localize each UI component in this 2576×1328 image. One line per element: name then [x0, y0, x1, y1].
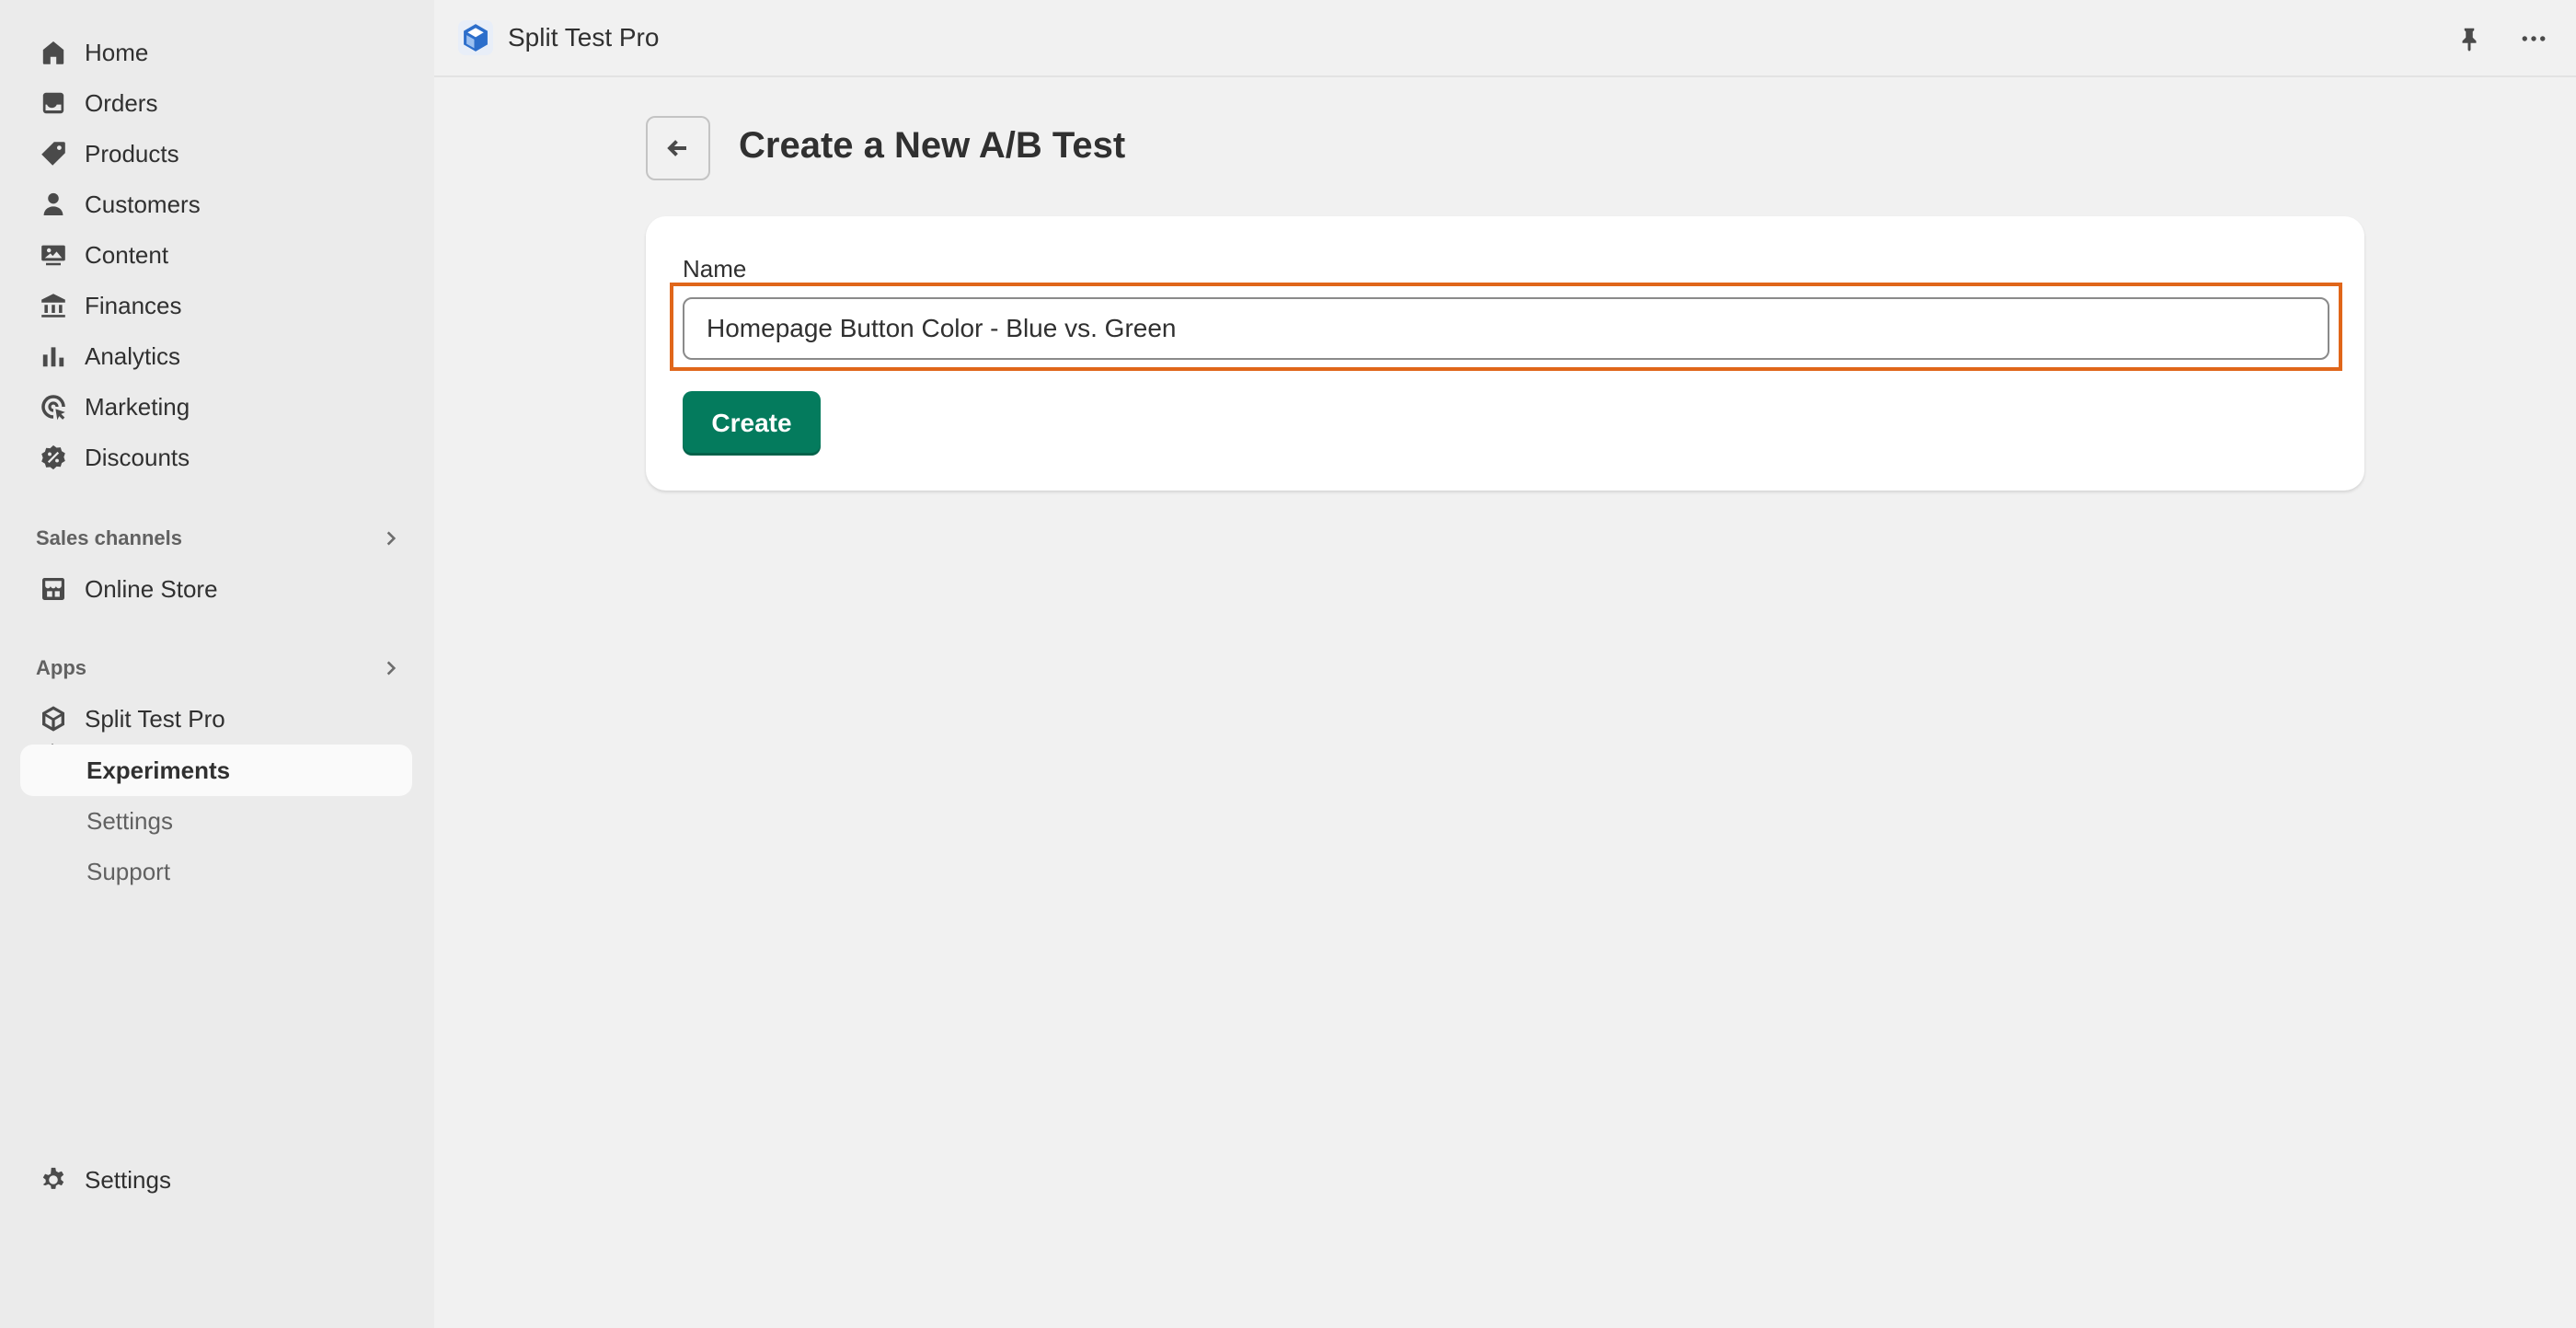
sidebar-item-home[interactable]: Home — [20, 27, 412, 78]
sidebar-item-label: Online Store — [85, 574, 218, 603]
target-icon — [37, 390, 70, 423]
pin-button[interactable] — [2451, 20, 2488, 57]
sidebar-item-analytics[interactable]: Analytics — [20, 330, 412, 382]
sidebar-item-label: Discounts — [85, 443, 190, 471]
home-icon — [37, 36, 70, 69]
sidebar-item-orders[interactable]: Orders — [20, 77, 412, 129]
sidebar-item-label: Finances — [85, 291, 182, 319]
sidebar-item-settings[interactable]: Settings — [20, 1154, 412, 1206]
arrow-left-icon — [667, 140, 686, 156]
sidebar-item-online-store[interactable]: Online Store — [20, 563, 412, 615]
app-title: Split Test Pro — [508, 23, 660, 52]
image-icon — [37, 238, 70, 271]
bank-icon — [37, 289, 70, 322]
sales-channels-header[interactable]: Sales channels — [20, 518, 412, 559]
sidebar-item-support[interactable]: Support — [20, 846, 412, 897]
bar-chart-icon — [37, 340, 70, 373]
header-actions — [2451, 20, 2552, 57]
person-icon — [37, 188, 70, 221]
chevron-right-icon — [386, 661, 397, 676]
gear-icon — [37, 1163, 70, 1196]
sidebar-item-experiments[interactable]: Experiments — [20, 745, 412, 796]
more-options-button[interactable] — [2515, 20, 2552, 57]
sidebar-item-customers[interactable]: Customers — [20, 179, 412, 230]
sidebar: Home Orders Products Customers Content F… — [0, 0, 434, 1328]
create-test-card: Name Create — [646, 216, 2364, 491]
back-button[interactable] — [646, 116, 710, 180]
sidebar-item-split-test-pro[interactable]: Split Test Pro — [20, 693, 412, 745]
sidebar-item-label: Settings — [85, 1165, 171, 1194]
sidebar-item-discounts[interactable]: Discounts — [20, 432, 412, 483]
pin-icon — [2462, 28, 2477, 52]
sidebar-item-label: Split Test Pro — [85, 704, 225, 733]
app-cube-icon — [37, 702, 70, 735]
section-heading: Sales channels — [36, 526, 182, 549]
sidebar-item-label: Home — [85, 38, 149, 66]
store-icon — [37, 572, 70, 606]
sidebar-item-marketing[interactable]: Marketing — [20, 381, 412, 433]
more-horizontal-icon — [2522, 36, 2546, 41]
sidebar-item-label: Products — [85, 139, 179, 167]
sidebar-item-label: Content — [85, 240, 169, 269]
chevron-right-icon — [386, 531, 397, 546]
sidebar-item-finances[interactable]: Finances — [20, 280, 412, 331]
sidebar-item-app-settings[interactable]: Settings — [20, 795, 412, 847]
tag-icon — [37, 137, 70, 170]
sidebar-item-label: Customers — [85, 190, 201, 218]
sidebar-item-label: Settings — [86, 806, 173, 835]
name-field-label: Name — [683, 255, 747, 283]
sidebar-item-label: Analytics — [85, 341, 181, 370]
create-button[interactable]: Create — [683, 391, 821, 456]
inbox-icon — [37, 87, 70, 120]
name-input[interactable] — [683, 297, 2329, 360]
sidebar-item-label: Orders — [85, 88, 158, 117]
app-header: Split Test Pro — [434, 0, 2576, 77]
sidebar-item-label: Experiments — [86, 756, 231, 784]
sidebar-item-content[interactable]: Content — [20, 229, 412, 281]
apps-header[interactable]: Apps — [20, 648, 412, 688]
sidebar-item-label: Support — [86, 857, 171, 885]
page-title: Create a New A/B Test — [739, 125, 1126, 166]
sidebar-item-products[interactable]: Products — [20, 128, 412, 179]
section-heading: Apps — [36, 656, 86, 679]
sidebar-item-label: Marketing — [85, 392, 190, 421]
discount-icon — [37, 441, 70, 474]
app-logo-icon — [458, 20, 493, 55]
